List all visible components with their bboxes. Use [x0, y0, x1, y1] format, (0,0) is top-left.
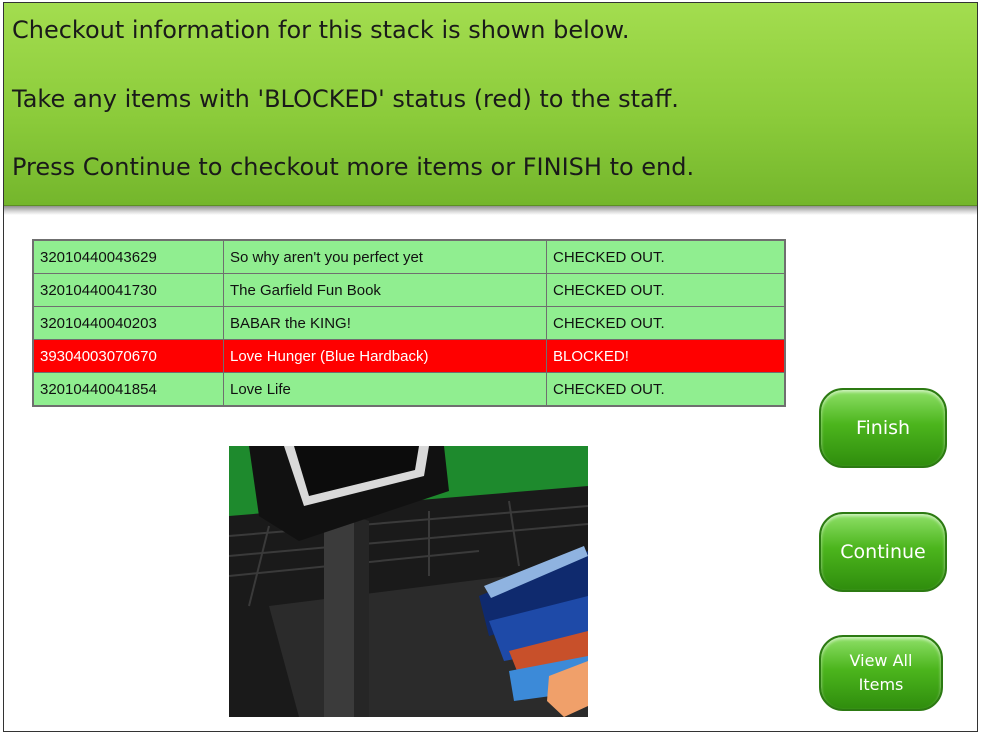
view-all-items-button-label: View All Items	[849, 651, 913, 694]
continue-button[interactable]: Continue	[819, 512, 947, 592]
finish-button[interactable]: Finish	[819, 388, 947, 468]
item-status: CHECKED OUT.	[546, 306, 786, 340]
instruction-line-2: Take any items with 'BLOCKED' status (re…	[12, 85, 679, 113]
table-row: 32010440041854 Love Life CHECKED OUT.	[32, 372, 786, 407]
item-status: BLOCKED!	[546, 339, 786, 373]
instruction-line-3: Press Continue to checkout more items or…	[12, 153, 695, 181]
table-row: 32010440040203 BABAR the KING! CHECKED O…	[32, 306, 786, 340]
item-barcode: 32010440043629	[32, 239, 224, 274]
view-all-items-button[interactable]: View All Items	[819, 635, 943, 711]
continue-button-label: Continue	[840, 541, 926, 563]
kiosk-scanning-books-image	[229, 446, 588, 717]
banner-divider	[4, 206, 977, 215]
item-title: The Garfield Fun Book	[223, 273, 547, 307]
finish-button-label: Finish	[855, 417, 911, 439]
checkout-items-table: 32010440043629 So why aren't you perfect…	[32, 239, 786, 407]
item-barcode: 32010440041854	[32, 372, 224, 407]
instruction-line-1: Checkout information for this stack is s…	[12, 16, 630, 44]
item-title: Love Hunger (Blue Hardback)	[223, 339, 547, 373]
instruction-banner: Checkout information for this stack is s…	[4, 3, 977, 206]
item-barcode: 39304003070670	[32, 339, 224, 373]
kiosk-window: Checkout information for this stack is s…	[3, 2, 978, 732]
item-title: BABAR the KING!	[223, 306, 547, 340]
table-row: 32010440043629 So why aren't you perfect…	[32, 239, 786, 274]
kiosk-illustration	[229, 446, 588, 717]
item-barcode: 32010440040203	[32, 306, 224, 340]
item-title: Love Life	[223, 372, 547, 407]
table-row-blocked: 39304003070670 Love Hunger (Blue Hardbac…	[32, 339, 786, 373]
table-row: 32010440041730 The Garfield Fun Book CHE…	[32, 273, 786, 307]
item-status: CHECKED OUT.	[546, 239, 786, 274]
item-status: CHECKED OUT.	[546, 372, 786, 407]
item-status: CHECKED OUT.	[546, 273, 786, 307]
item-barcode: 32010440041730	[32, 273, 224, 307]
item-title: So why aren't you perfect yet	[223, 239, 547, 274]
